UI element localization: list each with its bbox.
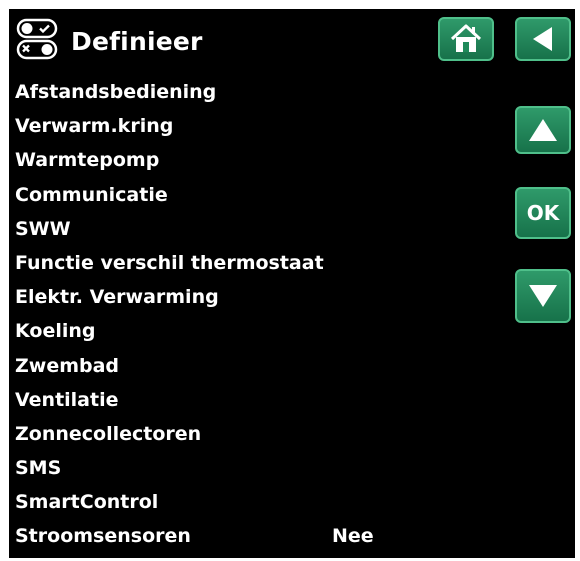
menu-item-label: SWW — [15, 217, 71, 240]
back-arrow-icon — [533, 27, 552, 51]
home-button[interactable] — [438, 17, 494, 61]
menu-item-sww[interactable]: SWW — [15, 212, 495, 246]
menu-item-label: Warmtepomp — [15, 149, 160, 172]
page-title: Definieer — [71, 27, 203, 56]
menu-item-sms[interactable]: SMS — [15, 451, 495, 485]
menu-item-label: Zwembad — [15, 354, 120, 377]
up-arrow-icon — [529, 119, 557, 141]
menu-item-label: Stroomsensoren — [15, 525, 191, 548]
ok-button[interactable]: OK — [515, 187, 571, 239]
menu-item-label: Elektr. Verwarming — [15, 286, 219, 309]
up-button[interactable] — [515, 106, 571, 154]
menu-item-label: Ventilatie — [15, 388, 119, 411]
menu-item-label: SmartControl — [15, 491, 159, 514]
menu-item-label: Zonnecollectoren — [15, 422, 202, 445]
menu-item-stroomsensoren[interactable]: Stroomsensoren Nee — [15, 519, 495, 553]
menu-item-label: SMS — [15, 457, 62, 480]
menu-item-label: Verwarm.kring — [15, 115, 174, 138]
menu-item-smartcontrol[interactable]: SmartControl — [15, 485, 495, 519]
ok-button-label: OK — [526, 201, 560, 225]
menu-item-label: Communicatie — [15, 183, 168, 206]
menu-item-communicatie[interactable]: Communicatie — [15, 178, 495, 212]
menu-item-afstandsbediening[interactable]: Afstandsbediening — [15, 75, 495, 109]
menu-item-label: Functie verschil thermostaat — [15, 251, 324, 274]
menu-item-label: Afstandsbediening — [15, 81, 217, 103]
menu-item-zonnecollectoren[interactable]: Zonnecollectoren — [15, 417, 495, 451]
down-arrow-icon — [529, 285, 557, 307]
back-button[interactable] — [515, 17, 571, 61]
home-icon — [450, 24, 482, 52]
screen: Definieer OK Afstandsbediening Verwarm.k… — [9, 9, 575, 558]
menu-item-warmtepomp[interactable]: Warmtepomp — [15, 143, 495, 177]
menu-item-elektr-verwarming[interactable]: Elektr. Verwarming — [15, 280, 495, 314]
menu-item-zwembad[interactable]: Zwembad — [15, 349, 495, 383]
menu-item-label: Koeling — [15, 320, 96, 343]
menu-item-functie-verschil-thermostaat[interactable]: Functie verschil thermostaat — [15, 246, 495, 280]
menu-item-value: Nee — [332, 525, 374, 548]
menu-item-ventilatie[interactable]: Ventilatie — [15, 383, 495, 417]
down-button[interactable] — [515, 269, 571, 323]
menu-item-verwarm-kring[interactable]: Verwarm.kring — [15, 109, 495, 143]
menu-list: Afstandsbediening Verwarm.kring Warmtepo… — [15, 75, 495, 554]
toggle-switches-icon — [16, 18, 58, 60]
menu-item-koeling[interactable]: Koeling — [15, 314, 495, 348]
